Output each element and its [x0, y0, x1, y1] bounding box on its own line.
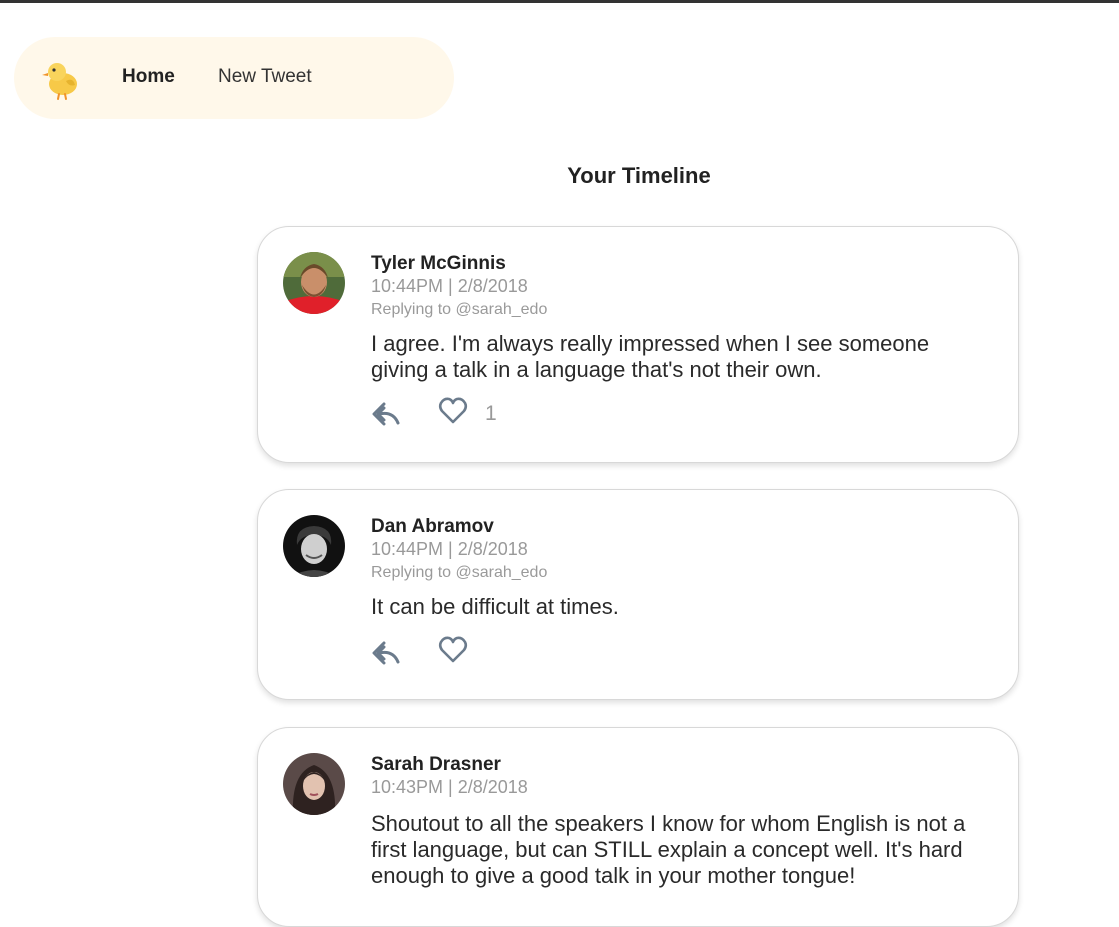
- tweet-author[interactable]: Sarah Drasner: [371, 754, 501, 776]
- heart-icon[interactable]: [438, 396, 468, 426]
- tweet-card[interactable]: Sarah Drasner 10:43PM | 2/8/2018 Shoutou…: [257, 727, 1019, 927]
- tweet-author[interactable]: Dan Abramov: [371, 516, 494, 538]
- tweet-replying-to[interactable]: Replying to @sarah_edo: [371, 564, 547, 582]
- tweet-card[interactable]: Dan Abramov 10:44PM | 2/8/2018 Replying …: [257, 489, 1019, 700]
- heart-icon[interactable]: [438, 635, 468, 665]
- tweet-text: It can be difficult at times.: [371, 594, 619, 619]
- like-count: 1: [485, 402, 497, 425]
- nav-home-link[interactable]: Home: [122, 66, 175, 88]
- tweet-replying-to[interactable]: Replying to @sarah_edo: [371, 301, 547, 319]
- tweet-text: Shoutout to all the speakers I know for …: [371, 811, 966, 888]
- page-title: Your Timeline: [567, 163, 711, 188]
- tweet-timestamp: 10:44PM | 2/8/2018: [371, 539, 528, 559]
- window-top-border: [0, 0, 1119, 3]
- avatar[interactable]: [283, 515, 345, 577]
- tweet-timestamp: 10:44PM | 2/8/2018: [371, 276, 528, 296]
- nav-new-tweet-link[interactable]: New Tweet: [218, 66, 312, 88]
- nav-bar: Home New Tweet: [14, 37, 454, 119]
- tweet-author[interactable]: Tyler McGinnis: [371, 253, 506, 275]
- tweet-text: I agree. I'm always really impressed whe…: [371, 331, 930, 382]
- avatar[interactable]: [283, 252, 345, 314]
- avatar[interactable]: [283, 753, 345, 815]
- tweet-card[interactable]: Tyler McGinnis 10:44PM | 2/8/2018 Replyi…: [257, 226, 1019, 463]
- reply-icon[interactable]: [371, 638, 403, 668]
- reply-icon[interactable]: [371, 399, 403, 429]
- duck-icon[interactable]: [39, 55, 85, 101]
- tweet-timestamp: 10:43PM | 2/8/2018: [371, 777, 528, 797]
